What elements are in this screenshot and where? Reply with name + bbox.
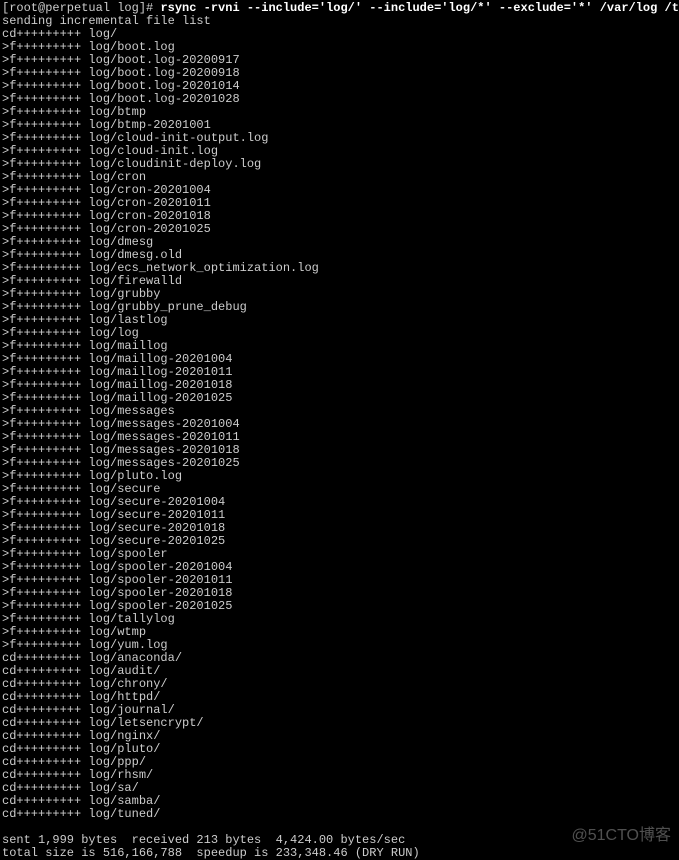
summary-line-2: total size is 516,166,788 speedup is 233…: [0, 847, 679, 860]
command-text: rsync -rvni --include='log/' --include='…: [160, 1, 679, 15]
watermark: @51CTO博客: [571, 829, 671, 842]
file-entry: cd+++++++++ log/tuned/: [0, 808, 679, 821]
terminal-output: [root@perpetual log]# rsync -rvni --incl…: [0, 2, 679, 860]
file-list: cd+++++++++ log/>f+++++++++ log/boot.log…: [0, 28, 679, 821]
prompt: [root@perpetual log]#: [2, 1, 160, 15]
